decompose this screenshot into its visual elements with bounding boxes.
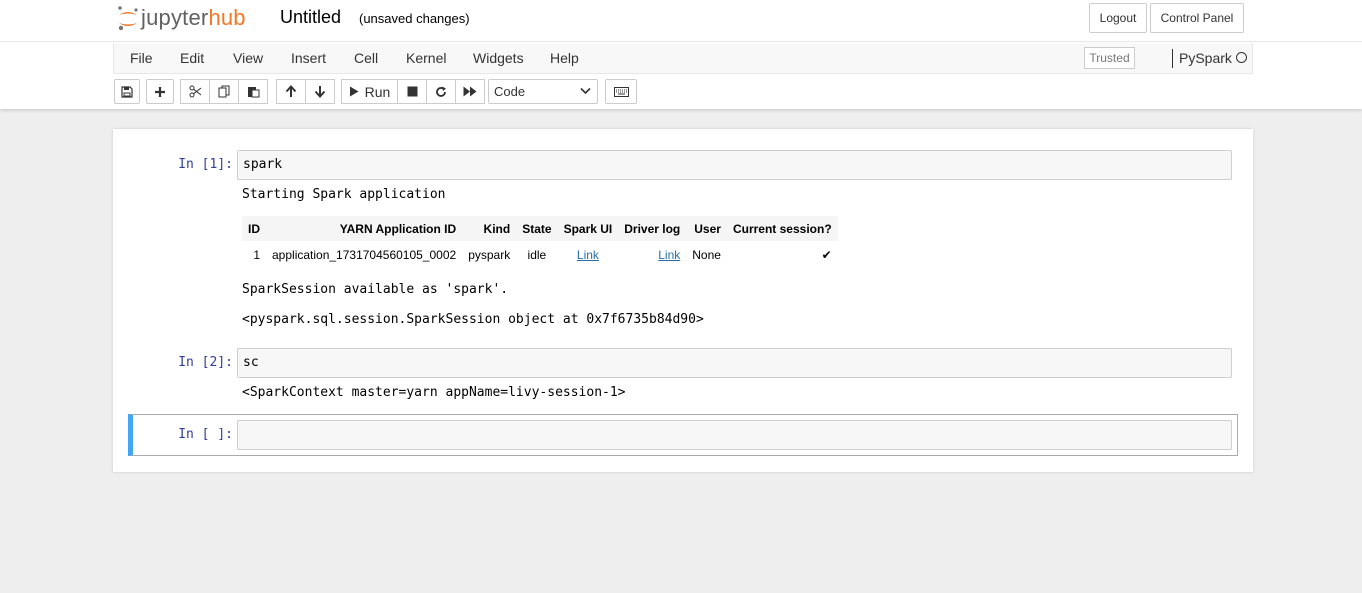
arrow-down-icon xyxy=(314,86,326,98)
cell-1-input[interactable]: spark xyxy=(237,150,1232,180)
menu-insert[interactable]: Insert xyxy=(291,50,326,66)
menu-view[interactable]: View xyxy=(233,50,263,66)
menubar: File Edit View Insert Cell Kernel Widget… xyxy=(113,43,1253,74)
kernel-name[interactable]: PySpark xyxy=(1179,50,1232,66)
menu-file[interactable]: File xyxy=(130,50,153,66)
menu-help[interactable]: Help xyxy=(550,50,579,66)
cell-type-value: Code xyxy=(494,84,526,99)
insert-cell-button[interactable] xyxy=(146,79,174,104)
move-up-button[interactable] xyxy=(276,79,306,104)
current-session-check: ✔ xyxy=(821,247,832,262)
session-state: idle xyxy=(527,247,547,262)
table-header: Kind xyxy=(483,221,511,236)
cell-3-input[interactable] xyxy=(237,420,1232,450)
paste-button[interactable] xyxy=(238,79,268,104)
spark-session-table: ID YARN Application ID Kind State Spark … xyxy=(242,216,838,268)
restart-run-all-button[interactable] xyxy=(455,79,485,104)
jupyter-logo-icon xyxy=(116,4,140,32)
notebook-container: In [1]: spark Starting Spark application… xyxy=(113,129,1253,472)
save-button[interactable] xyxy=(114,79,140,104)
trusted-indicator[interactable]: Trusted xyxy=(1084,47,1135,69)
table-header: User xyxy=(694,221,721,236)
menu-edit[interactable]: Edit xyxy=(180,50,204,66)
menu-kernel[interactable]: Kernel xyxy=(406,50,446,66)
table-row: 1 application_1731704560105_0002 pyspark… xyxy=(242,241,838,268)
control-panel-button[interactable]: Control Panel xyxy=(1150,3,1244,33)
jupyterhub-logo[interactable]: jupyterhub xyxy=(116,3,246,33)
save-status: (unsaved changes) xyxy=(359,11,470,26)
stop-icon xyxy=(407,86,417,97)
chevron-down-icon xyxy=(580,87,591,95)
run-label: Run xyxy=(364,83,391,100)
cell-1-output-session: SparkSession available as 'spark'. xyxy=(242,282,509,297)
table-header: YARN Application ID xyxy=(339,221,457,236)
table-header: Spark UI xyxy=(563,221,613,236)
play-icon xyxy=(349,86,359,97)
table-header: ID xyxy=(248,221,260,236)
spark-ui-link[interactable]: Link xyxy=(577,248,599,262)
fast-forward-icon xyxy=(463,86,477,97)
move-down-button[interactable] xyxy=(305,79,335,104)
driver-log-link[interactable]: Link xyxy=(658,248,680,262)
kernel-idle-icon xyxy=(1236,52,1247,63)
cut-button[interactable] xyxy=(180,79,210,104)
menu-cell[interactable]: Cell xyxy=(354,50,378,66)
cell-1-output-start: Starting Spark application xyxy=(242,187,446,202)
yarn-app-id: application_1731704560105_0002 xyxy=(272,247,457,262)
copy-icon xyxy=(218,85,229,98)
cell-2-output-repr: <SparkContext master=yarn appName=livy-s… xyxy=(242,385,626,400)
cell-type-select[interactable]: Code xyxy=(488,79,598,104)
brand-row: jupyterhub Untitled (unsaved changes) Lo… xyxy=(0,0,1362,42)
cell-1-output-repr: <pyspark.sql.session.SparkSession object… xyxy=(242,312,704,327)
arrow-up-icon xyxy=(285,85,297,97)
table-header: Driver log xyxy=(624,221,681,236)
restart-button[interactable] xyxy=(426,79,456,104)
session-kind: pyspark xyxy=(468,247,511,262)
paste-icon xyxy=(247,87,259,98)
table-header-row: ID YARN Application ID Kind State Spark … xyxy=(242,216,838,241)
cell-1-prompt: In [1]: xyxy=(178,157,233,172)
save-icon xyxy=(121,85,133,98)
cell-2-prompt: In [2]: xyxy=(178,355,233,370)
plus-icon xyxy=(155,86,165,97)
header: jupyterhub Untitled (unsaved changes) Lo… xyxy=(0,0,1362,109)
keyboard-icon xyxy=(613,86,629,97)
run-button[interactable]: Run xyxy=(341,79,398,104)
table-header: Current session? xyxy=(732,221,832,236)
session-user: None xyxy=(692,247,721,262)
kernel-separator xyxy=(1172,49,1173,68)
notebook-title[interactable]: Untitled xyxy=(280,7,341,28)
menu-widgets[interactable]: Widgets xyxy=(473,50,524,66)
copy-button[interactable] xyxy=(209,79,239,104)
toolbar: Run Code xyxy=(113,79,1253,105)
session-id: 1 xyxy=(253,247,260,262)
cut-icon xyxy=(189,85,201,98)
restart-icon xyxy=(436,86,446,97)
logout-button[interactable]: Logout xyxy=(1089,3,1147,33)
cell-3-prompt: In [ ]: xyxy=(178,427,233,442)
table-header: State xyxy=(522,221,552,236)
interrupt-button[interactable] xyxy=(397,79,427,104)
command-palette-button[interactable] xyxy=(605,79,637,104)
cell-2-input[interactable]: sc xyxy=(237,348,1232,378)
logo-text: jupyterhub xyxy=(141,5,246,30)
